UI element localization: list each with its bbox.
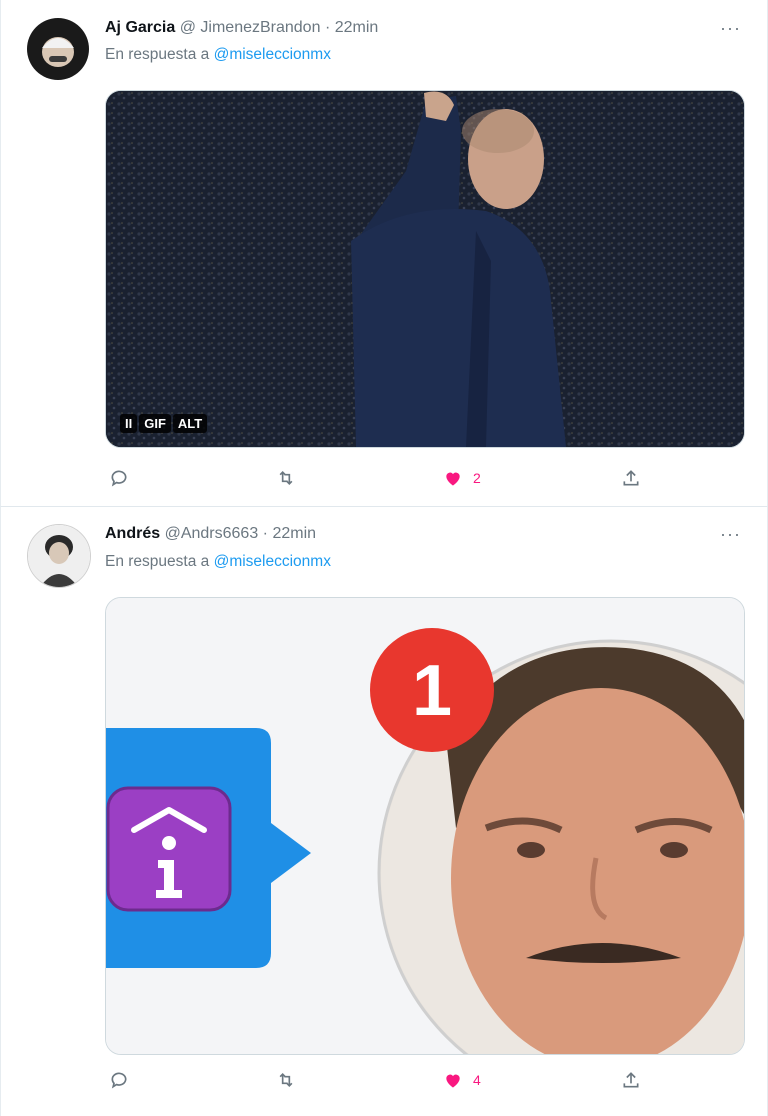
meme-image: 1 xyxy=(106,598,744,1054)
retweet-button[interactable] xyxy=(275,1070,297,1090)
retweet-icon xyxy=(279,1072,293,1088)
tweet-actions: 4 xyxy=(105,1070,665,1094)
info-icon xyxy=(106,786,232,912)
like-button[interactable]: 2 xyxy=(443,468,481,488)
author-handle[interactable]: @ JimenezBrandon xyxy=(180,19,321,36)
reply-mention-link[interactable]: @miseleccionmx xyxy=(214,46,331,63)
more-icon[interactable]: ··· xyxy=(720,18,741,39)
like-count: 4 xyxy=(473,1072,481,1088)
author-name[interactable]: Aj Garcia xyxy=(105,19,175,36)
retweet-icon xyxy=(279,470,293,486)
timestamp[interactable]: · 22min xyxy=(325,19,378,36)
tweet[interactable]: Andrés @Andrs6663 · 22min ··· En respues… xyxy=(0,507,768,1116)
reply-context: En respuesta a @miseleccionmx xyxy=(105,553,331,571)
reply-prefix: En respuesta a xyxy=(105,46,210,63)
reply-button[interactable] xyxy=(109,468,129,488)
timestamp[interactable]: · 22min xyxy=(263,525,316,542)
gif-image xyxy=(106,91,744,447)
reply-mention-link[interactable]: @miseleccionmx xyxy=(214,553,331,570)
like-button[interactable]: 4 xyxy=(443,1070,481,1090)
author-name[interactable]: Andrés xyxy=(105,525,160,542)
tweet-image[interactable]: 1 xyxy=(105,597,745,1055)
more-icon[interactable]: ··· xyxy=(720,524,741,545)
heart-icon xyxy=(446,1074,460,1088)
pause-button[interactable]: II xyxy=(120,414,138,433)
reply-button[interactable] xyxy=(109,1070,129,1090)
media-badges: II GIF ALT xyxy=(120,414,208,433)
reply-prefix: En respuesta a xyxy=(105,553,210,570)
reply-icon xyxy=(111,470,127,487)
share-button[interactable] xyxy=(621,468,641,488)
reply-context: En respuesta a @miseleccionmx xyxy=(105,46,331,64)
like-count: 2 xyxy=(473,470,481,486)
alt-badge[interactable]: ALT xyxy=(172,414,208,433)
share-icon xyxy=(623,1072,639,1088)
gif-badge: GIF xyxy=(139,414,171,433)
avatar[interactable] xyxy=(27,18,89,80)
notification-badge-count: 1 xyxy=(412,651,452,731)
reply-icon xyxy=(111,1072,127,1089)
share-icon xyxy=(623,470,639,486)
share-button[interactable] xyxy=(621,1070,641,1090)
tweet-actions: 2 xyxy=(105,468,665,492)
tweet[interactable]: Aj Garcia @ JimenezBrandon · 22min ··· E… xyxy=(0,0,768,507)
retweet-button[interactable] xyxy=(275,468,297,488)
tweet-gif[interactable]: II GIF ALT xyxy=(105,90,745,448)
heart-icon xyxy=(446,472,460,486)
author-handle[interactable]: @Andrs6663 xyxy=(165,525,259,542)
avatar[interactable] xyxy=(27,524,91,588)
